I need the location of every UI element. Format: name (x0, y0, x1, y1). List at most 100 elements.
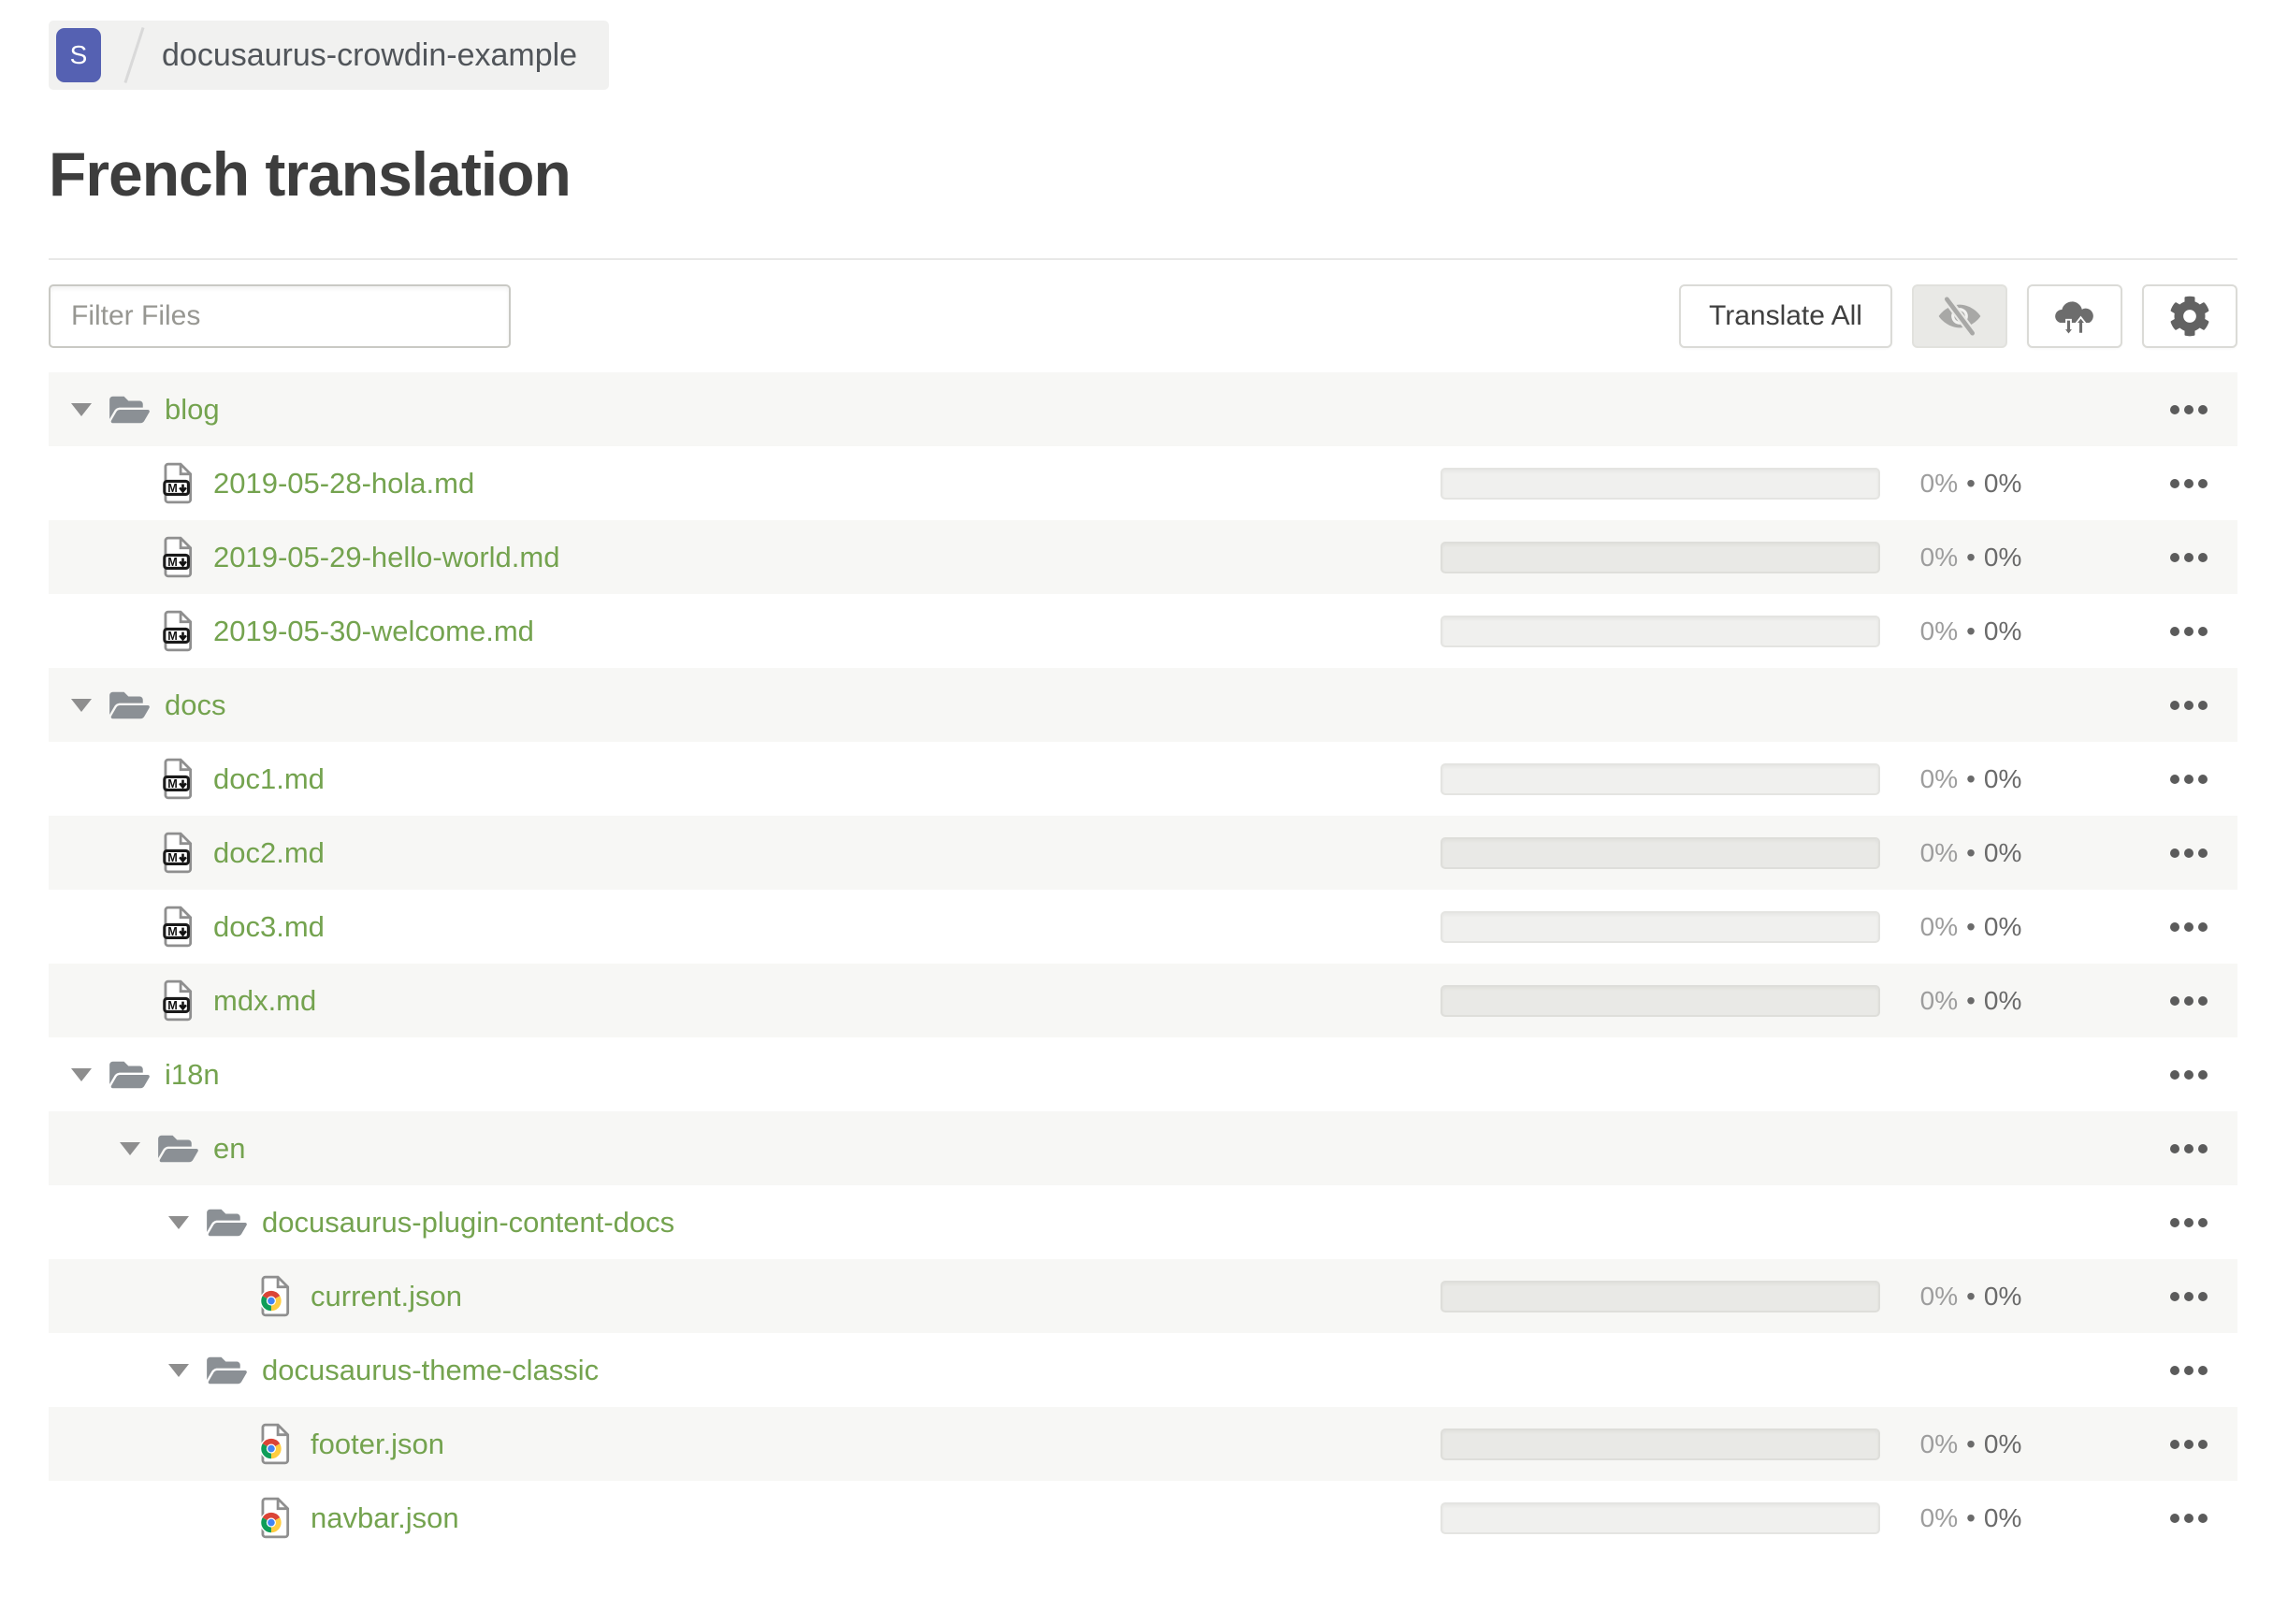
ellipsis-dot (2198, 995, 2208, 1006)
translated-percent: 0% (1919, 1281, 1959, 1311)
ellipsis-dot (2198, 1217, 2208, 1227)
file-name-link[interactable]: current.json (311, 1280, 462, 1313)
progress-percentages: 0% • 0% (1896, 912, 2046, 942)
progress-percentages: 0% • 0% (1896, 986, 2046, 1016)
ellipsis-dot (2198, 552, 2208, 562)
percent-separator: • (1966, 1428, 1976, 1458)
caret-down-icon[interactable] (168, 1363, 189, 1377)
filter-files-input[interactable] (49, 284, 511, 348)
ellipsis-dot (2170, 1291, 2179, 1301)
translated-percent: 0% (1919, 468, 1959, 498)
row-menu-button[interactable] (2153, 463, 2224, 504)
approved-percent: 0% (1983, 837, 2022, 867)
approved-percent: 0% (1983, 985, 2022, 1015)
row-menu-button[interactable] (2153, 980, 2224, 1022)
workspace-chip[interactable]: S (56, 28, 101, 82)
ellipsis-dot (2170, 848, 2179, 858)
row-menu-button[interactable] (2153, 1424, 2224, 1465)
folder-name-link[interactable]: i18n (165, 1058, 220, 1092)
file-name-link[interactable]: 2019-05-29-hello-world.md (213, 541, 559, 574)
percent-separator: • (1966, 763, 1976, 793)
row-menu-button[interactable] (2153, 1128, 2224, 1169)
row-menu-button[interactable] (2153, 685, 2224, 726)
ellipsis-dot (2198, 774, 2208, 784)
tree-row: docusaurus-theme-classic (49, 1333, 2237, 1407)
header-divider (49, 258, 2237, 260)
caret-down-icon[interactable] (168, 1215, 189, 1229)
folder-name-link[interactable]: docusaurus-plugin-content-docs (262, 1206, 674, 1240)
file-name-link[interactable]: 2019-05-28-hola.md (213, 467, 474, 500)
file-name-link[interactable]: footer.json (311, 1428, 444, 1461)
caret-down-icon[interactable] (120, 1141, 140, 1155)
ellipsis-dot (2184, 478, 2193, 488)
percent-separator: • (1966, 468, 1976, 498)
row-menu-button[interactable] (2153, 611, 2224, 652)
file-name-link[interactable]: doc3.md (213, 910, 325, 944)
translated-percent: 0% (1919, 837, 1959, 867)
tree-row: M 2019-05-29-hello-world.md 0% • 0% (49, 520, 2237, 594)
ellipsis-dot (2198, 626, 2208, 636)
approved-percent: 0% (1983, 1281, 2022, 1311)
percent-separator: • (1966, 985, 1976, 1015)
row-menu-button[interactable] (2153, 537, 2224, 578)
svg-text:M: M (167, 630, 178, 643)
row-menu-button[interactable] (2153, 389, 2224, 430)
tree-row: current.json 0% • 0% (49, 1259, 2237, 1333)
file-name-link[interactable]: doc1.md (213, 762, 325, 796)
progress-percentages: 0% • 0% (1896, 1429, 2046, 1459)
progress-bar (1441, 541, 1880, 573)
row-menu-button[interactable] (2153, 906, 2224, 948)
row-menu-button[interactable] (2153, 759, 2224, 800)
ellipsis-dot (2198, 1439, 2208, 1449)
approved-percent: 0% (1983, 763, 2022, 793)
approved-percent: 0% (1983, 616, 2022, 645)
ellipsis-dot (2170, 921, 2179, 932)
folder-name-link[interactable]: en (213, 1132, 245, 1166)
file-name-link[interactable]: doc2.md (213, 836, 325, 870)
ellipsis-dot (2184, 848, 2193, 858)
file-name-link[interactable]: 2019-05-30-welcome.md (213, 615, 534, 648)
ellipsis-dot (2170, 995, 2179, 1006)
folder-name-link[interactable]: docs (165, 689, 225, 722)
caret-down-icon[interactable] (71, 402, 92, 416)
ellipsis-dot (2184, 552, 2193, 562)
percent-separator: • (1966, 1281, 1976, 1311)
markdown-file-icon: M (163, 906, 195, 948)
row-menu-button[interactable] (2153, 1276, 2224, 1317)
folder-name-link[interactable]: docusaurus-theme-classic (262, 1354, 599, 1387)
ellipsis-dot (2170, 478, 2179, 488)
markdown-file-icon: M (163, 536, 195, 578)
caret-down-icon[interactable] (71, 1067, 92, 1081)
toolbar: Translate All (49, 284, 2237, 348)
ellipsis-dot (2170, 404, 2179, 414)
cloud-sync-icon (2050, 296, 2099, 338)
row-menu-button[interactable] (2153, 1202, 2224, 1243)
progress-percentages: 0% • 0% (1896, 469, 2046, 499)
tree-row: M 2019-05-30-welcome.md 0% • 0% (49, 594, 2237, 668)
row-menu-button[interactable] (2153, 1498, 2224, 1539)
row-menu-button[interactable] (2153, 1054, 2224, 1095)
file-name-link[interactable]: mdx.md (213, 984, 316, 1018)
translate-all-button[interactable]: Translate All (1679, 284, 1892, 348)
file-name-link[interactable]: navbar.json (311, 1501, 459, 1535)
tree-row: M doc1.md 0% • 0% (49, 742, 2237, 816)
ellipsis-dot (2184, 626, 2193, 636)
breadcrumb-project-name[interactable]: docusaurus-crowdin-example (162, 37, 577, 74)
markdown-file-icon: M (163, 610, 195, 652)
translated-percent: 0% (1919, 1502, 1959, 1532)
ellipsis-dot (2184, 1291, 2193, 1301)
ellipsis-dot (2184, 1365, 2193, 1375)
visibility-toggle-button[interactable] (1912, 284, 2007, 348)
ellipsis-dot (2170, 1439, 2179, 1449)
ellipsis-dot (2184, 921, 2193, 932)
row-menu-button[interactable] (2153, 833, 2224, 874)
tree-row: footer.json 0% • 0% (49, 1407, 2237, 1481)
sync-button[interactable] (2027, 284, 2122, 348)
svg-text:M: M (167, 482, 178, 495)
settings-button[interactable] (2142, 284, 2237, 348)
progress-percentages: 0% • 0% (1896, 1503, 2046, 1533)
row-menu-button[interactable] (2153, 1350, 2224, 1391)
tree-row: blog (49, 372, 2237, 446)
folder-name-link[interactable]: blog (165, 393, 220, 427)
caret-down-icon[interactable] (71, 698, 92, 712)
